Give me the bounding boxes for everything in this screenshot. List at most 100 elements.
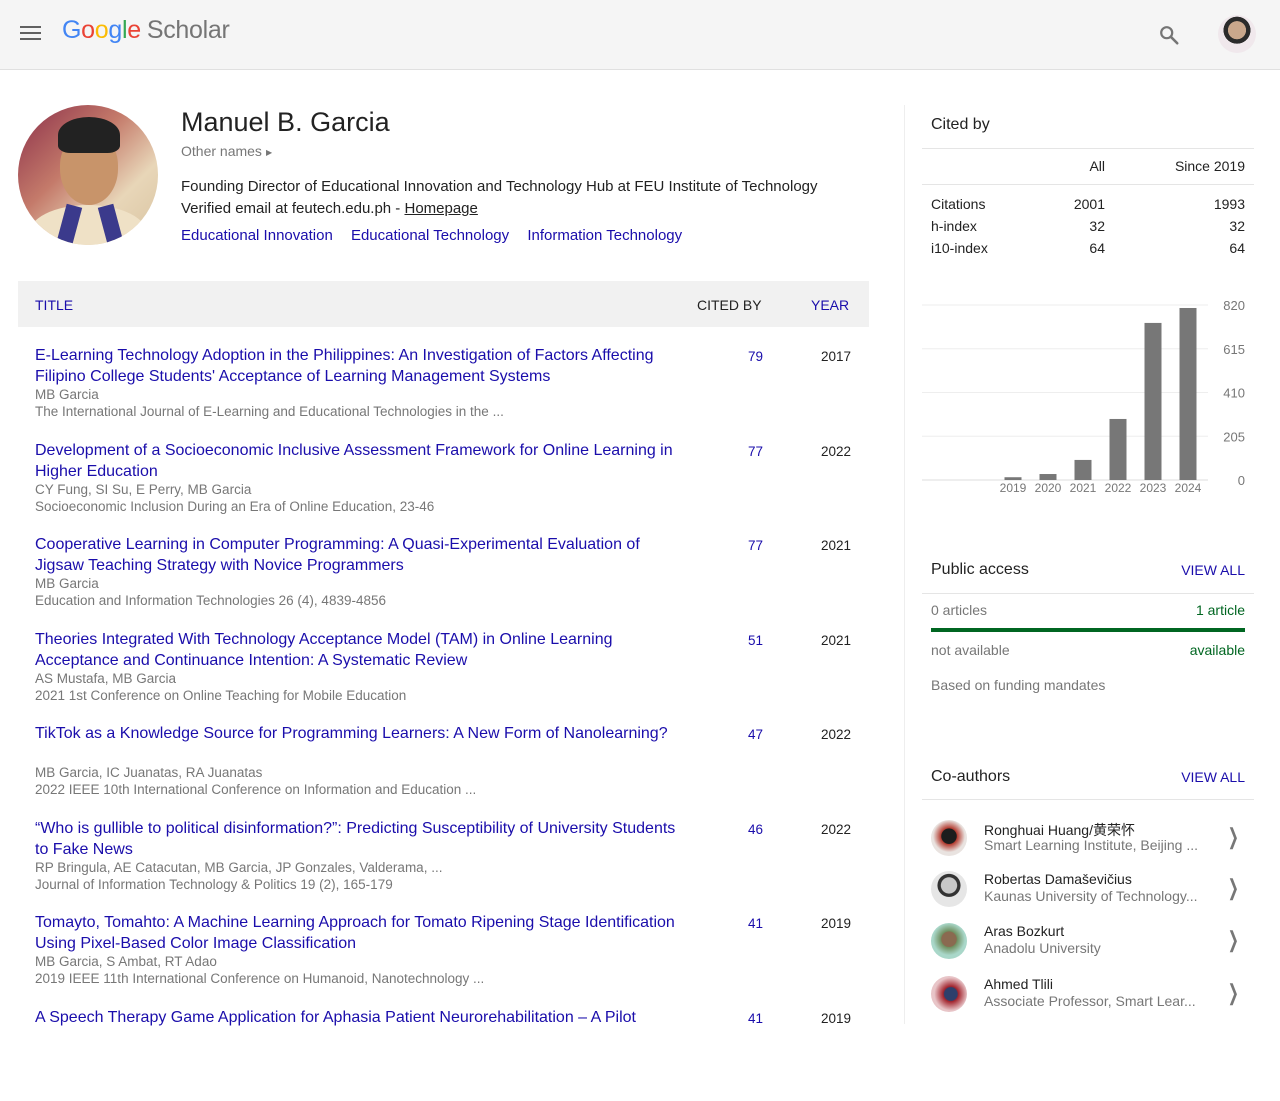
publication-row: Development of a Socioeconomic Inclusive… — [18, 440, 869, 535]
public-access-view-all[interactable]: VIEW ALL — [1181, 562, 1245, 578]
profile-photo — [18, 105, 158, 245]
bar-2021[interactable] — [1075, 460, 1092, 480]
publication-year: 2019 — [808, 916, 851, 931]
publication-row: Tomayto, Tomahto: A Machine Learning App… — [18, 912, 869, 1007]
profile-name: Manuel B. Garcia — [181, 107, 390, 138]
publication-year: 2019 — [808, 1011, 851, 1026]
coauthor-affiliation: Anadolu University — [984, 940, 1209, 956]
publication-authors: AS Mustafa, MB Garcia — [35, 671, 176, 686]
publications-table-header: TITLE CITED BY YEAR — [18, 281, 869, 327]
sort-by-year[interactable]: YEAR — [811, 297, 849, 313]
publication-title[interactable]: TikTok as a Knowledge Source for Program… — [35, 723, 685, 744]
publication-title[interactable]: Tomayto, Tomahto: A Machine Learning App… — [35, 912, 685, 954]
publication-cited-by[interactable]: 46 — [718, 822, 763, 837]
stats-row-i10-index: i10-index 64 64 — [931, 240, 1245, 260]
verified-email-text: Verified email at feutech.edu.ph - — [181, 200, 404, 217]
publication-title[interactable]: E-Learning Technology Adoption in the Ph… — [35, 345, 685, 387]
publications-list: E-Learning Technology Adoption in the Ph… — [18, 345, 869, 1101]
bar-2024[interactable] — [1180, 308, 1197, 480]
coauthors-view-all[interactable]: VIEW ALL — [1181, 769, 1245, 785]
interest-link[interactable]: Educational Technology — [351, 227, 509, 244]
publication-cited-by[interactable]: 41 — [718, 916, 763, 931]
coauthor-avatar — [931, 871, 967, 907]
publication-authors: MB Garcia, IC Juanatas, RA Juanatas — [35, 765, 262, 780]
stat-since: 64 — [1229, 240, 1245, 256]
account-avatar[interactable] — [1218, 15, 1256, 53]
homepage-link[interactable]: Homepage — [404, 200, 477, 217]
stat-since: 1993 — [1214, 196, 1245, 212]
other-names-toggle[interactable]: Other names▶ — [181, 143, 272, 159]
publication-venue: 2019 IEEE 11th International Conference … — [35, 971, 484, 986]
logo-letter: o — [81, 16, 95, 44]
coauthor-item[interactable]: Robertas Damaševičius Kaunas University … — [922, 871, 1254, 921]
publication-venue: 2021 1st Conference on Online Teaching f… — [35, 688, 406, 703]
stat-all: 2001 — [1074, 196, 1105, 212]
publication-authors: MB Garcia, S Ambat, RT Adao — [35, 954, 217, 969]
sort-by-title[interactable]: TITLE — [35, 297, 73, 313]
publication-authors: CY Fung, SI Su, E Perry, MB Garcia — [35, 482, 251, 497]
public-access-bar — [931, 628, 1245, 632]
publication-cited-by[interactable]: 41 — [718, 1011, 763, 1026]
not-available-count[interactable]: 0 articles — [931, 602, 987, 618]
divider — [922, 799, 1254, 800]
publication-title[interactable]: Cooperative Learning in Computer Program… — [35, 534, 685, 576]
top-bar: GoogleScholar — [0, 0, 1280, 70]
publication-venue: Socioeconomic Inclusion During an Era of… — [35, 499, 434, 514]
coauthor-affiliation: Smart Learning Institute, Beijing ... — [984, 837, 1209, 853]
publication-authors: MB Garcia — [35, 576, 99, 591]
publication-year: 2022 — [808, 822, 851, 837]
profile-email: Verified email at feutech.edu.ph - Homep… — [181, 200, 478, 217]
publication-title[interactable]: Development of a Socioeconomic Inclusive… — [35, 440, 685, 482]
coauthors-title: Co-authors — [931, 768, 1010, 786]
column-since: Since 2019 — [1175, 158, 1245, 174]
search-icon[interactable] — [1158, 24, 1180, 46]
stat-all: 32 — [1089, 218, 1105, 234]
x-tick-label: 2023 — [1140, 481, 1167, 495]
coauthor-name: Ahmed Tlili — [984, 976, 1053, 992]
stat-label: h-index — [931, 218, 977, 234]
logo-letter: G — [62, 16, 81, 44]
publication-cited-by[interactable]: 79 — [718, 349, 763, 364]
bar-2019[interactable] — [1005, 477, 1022, 480]
chart-svg: 0205410615820201920202021202220232024 — [922, 295, 1254, 505]
bar-2023[interactable] — [1145, 323, 1162, 480]
coauthor-name: Aras Bozkurt — [984, 923, 1064, 939]
x-tick-label: 2024 — [1175, 481, 1202, 495]
publication-year: 2022 — [808, 444, 851, 459]
publication-title[interactable]: A Speech Therapy Game Application for Ap… — [35, 1007, 685, 1028]
chevron-right-icon: ❯ — [1227, 980, 1238, 1006]
publication-cited-by[interactable]: 77 — [718, 538, 763, 553]
publication-cited-by[interactable]: 77 — [718, 444, 763, 459]
sort-by-cited[interactable]: CITED BY — [697, 297, 762, 313]
coauthor-item[interactable]: Aras Bozkurt Anadolu University ❯ — [922, 923, 1254, 973]
google-scholar-logo[interactable]: GoogleScholar — [62, 16, 230, 45]
coauthor-item[interactable]: Ahmed Tlili Associate Professor, Smart L… — [922, 976, 1254, 1026]
profile-affiliation: Founding Director of Educational Innovat… — [181, 178, 818, 195]
publication-year: 2022 — [808, 727, 851, 742]
stat-since: 32 — [1229, 218, 1245, 234]
interest-link[interactable]: Information Technology — [527, 227, 682, 244]
chevron-right-icon: ❯ — [1227, 824, 1238, 850]
coauthor-avatar — [931, 923, 967, 959]
chevron-right-icon: ❯ — [1227, 875, 1238, 901]
publication-cited-by[interactable]: 51 — [718, 633, 763, 648]
coauthor-item[interactable]: Ronghuai Huang/黄荣怀 Smart Learning Instit… — [922, 820, 1254, 870]
available-label: available — [1190, 642, 1245, 658]
y-tick-label: 615 — [1223, 342, 1245, 357]
coauthor-affiliation: Kaunas University of Technology... — [984, 888, 1209, 904]
hamburger-menu-icon[interactable] — [20, 26, 41, 42]
research-interests: Educational Innovation Educational Techn… — [181, 227, 696, 244]
available-count[interactable]: 1 article — [1196, 602, 1245, 618]
stat-label: i10-index — [931, 240, 988, 256]
publication-cited-by[interactable]: 47 — [718, 727, 763, 742]
publication-row: “Who is gullible to political disinforma… — [18, 818, 869, 913]
publication-title[interactable]: “Who is gullible to political disinforma… — [35, 818, 685, 860]
interest-link[interactable]: Educational Innovation — [181, 227, 333, 244]
publication-year: 2021 — [808, 538, 851, 553]
public-access-bar-fill — [931, 628, 1245, 632]
publication-title[interactable]: Theories Integrated With Technology Acce… — [35, 629, 685, 671]
bar-2022[interactable] — [1110, 419, 1127, 480]
stats-header-row: All Since 2019 — [931, 158, 1245, 178]
coauthor-name: Robertas Damaševičius — [984, 871, 1132, 887]
bar-2020[interactable] — [1040, 474, 1057, 480]
